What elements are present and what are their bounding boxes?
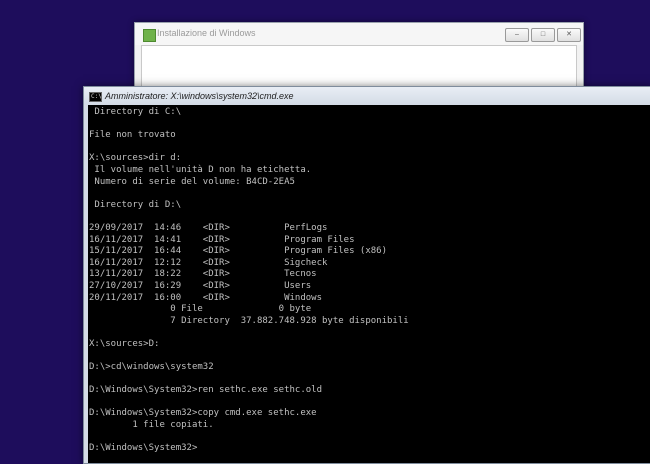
console-output[interactable]: Directory di C:\ File non trovato X:\sourc… (88, 105, 650, 463)
console-line: Directory di D:\ (89, 199, 182, 210)
cmd-icon: C:\ (89, 92, 102, 102)
command-prompt-window: C:\ Amministratore: X:\windows\system32\… (83, 86, 650, 464)
console-line: 13/11/2017 18:22 <DIR> Tecnos (89, 269, 317, 280)
setup-window-title: Installazione di Windows (157, 28, 256, 38)
cmd-title-bar[interactable]: C:\ Amministratore: X:\windows\system32\… (84, 87, 650, 105)
console-line: 27/10/2017 16:29 <DIR> Users (89, 280, 312, 291)
windows-setup-icon (143, 29, 156, 42)
console-text: Directory di C:\ File non trovato X:\sourc… (88, 105, 650, 455)
console-line: D:\>cd\windows\system32 (89, 362, 214, 373)
minimize-button[interactable]: – (505, 28, 529, 42)
cmd-window-title: Amministratore: X:\windows\system32\cmd.… (105, 91, 294, 101)
console-line: 7 Directory 37.882.748.928 byte disponib… (89, 315, 409, 326)
console-line: 20/11/2017 16:00 <DIR> Windows (89, 292, 322, 303)
console-line: Il volume nell'unità D non ha etichetta. (89, 164, 312, 175)
console-line: 16/11/2017 12:12 <DIR> Sigcheck (89, 257, 328, 268)
maximize-button[interactable]: □ (531, 28, 555, 42)
console-line: 0 File 0 byte (89, 304, 312, 315)
console-line: 16/11/2017 14:41 <DIR> Program Files (89, 234, 355, 245)
console-line: 15/11/2017 16:44 <DIR> Program Files (x8… (89, 246, 388, 257)
console-line: 29/09/2017 14:46 <DIR> PerfLogs (89, 222, 328, 233)
console-line: X:\sources>dir d: (89, 153, 182, 164)
setup-title-bar[interactable]: Installazione di Windows – □ ✕ (135, 23, 583, 45)
console-line: File non trovato (89, 130, 176, 141)
console-line: Directory di C:\ (89, 107, 182, 117)
console-line: Numero di serie del volume: B4CD-2EA5 (89, 176, 295, 187)
console-line: D:\Windows\System32> (89, 443, 198, 454)
close-button[interactable]: ✕ (557, 28, 581, 42)
console-line: D:\Windows\System32>ren sethc.exe sethc.… (89, 385, 322, 396)
console-line: D:\Windows\System32>copy cmd.exe sethc.e… (89, 408, 317, 419)
console-line: X:\sources>D: (89, 338, 160, 349)
console-line: 1 file copiati. (89, 420, 214, 431)
